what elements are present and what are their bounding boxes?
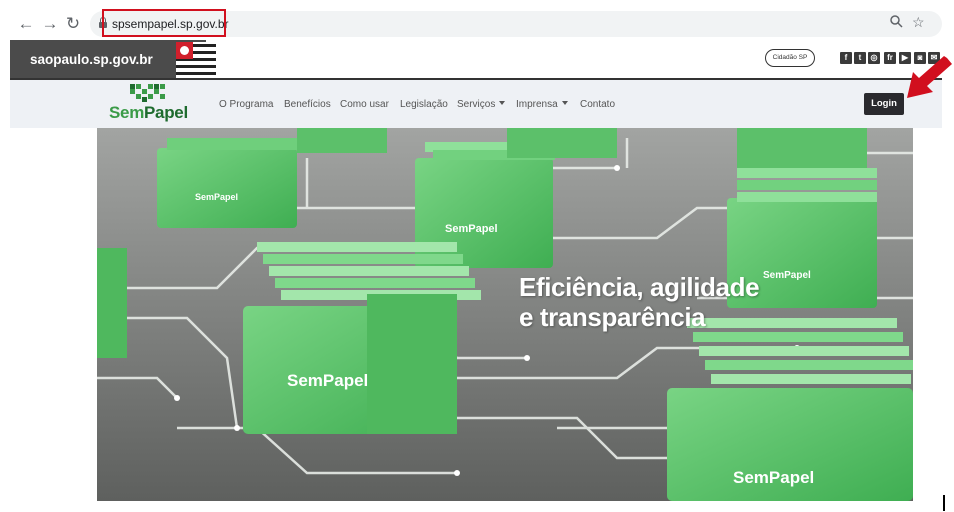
sempapel-logo-text[interactable]: SemPapel xyxy=(109,103,188,123)
instagram-icon[interactable]: ◎ xyxy=(868,52,880,64)
red-pointer-arrow-icon xyxy=(907,56,952,98)
forward-arrow-icon[interactable]: → xyxy=(39,13,61,35)
hero-image: SemPapel SemPapel SemPapel SemPapel SemP… xyxy=(97,128,913,501)
chevron-down-icon xyxy=(561,101,568,105)
folder-brand-label: SemPapel xyxy=(287,371,368,390)
folder-brand-label: SemPapel xyxy=(733,468,814,487)
nav-legislacao[interactable]: Legislação xyxy=(400,99,448,110)
folder-brand-label: SemPapel xyxy=(195,192,238,202)
sp-flag-icon xyxy=(176,42,216,78)
twitter-icon[interactable]: t xyxy=(854,52,866,64)
nav-como-usar[interactable]: Como usar xyxy=(340,99,389,110)
login-button[interactable]: Login xyxy=(864,93,904,115)
nav-o-programa[interactable]: O Programa xyxy=(219,99,273,110)
text-cursor xyxy=(943,495,945,511)
back-arrow-icon[interactable]: ← xyxy=(15,13,37,35)
nav-beneficios[interactable]: Benefícios xyxy=(284,99,331,110)
nav-imprensa-dropdown[interactable]: Imprensa xyxy=(516,99,568,110)
folder-brand-label: SemPapel xyxy=(763,270,811,281)
star-icon[interactable]: ☆ xyxy=(912,14,925,31)
cidadao-sp-link[interactable]: Cidadão SP xyxy=(765,49,815,67)
sempapel-logo-icon[interactable] xyxy=(130,84,168,102)
facebook-icon[interactable]: f xyxy=(840,52,852,64)
hero-headline-line1: Eficiência, agilidade xyxy=(519,272,760,302)
logo-part-sem: Sem xyxy=(109,103,145,122)
nav-contato[interactable]: Contato xyxy=(580,99,615,110)
logo-part-papel: Papel xyxy=(144,103,188,122)
url-highlight-box xyxy=(102,9,226,37)
hero-headline-line2: e transparência xyxy=(519,302,706,332)
hero-banner: SemPapel SemPapel SemPapel SemPapel SemP… xyxy=(97,128,913,501)
flickr-icon[interactable]: fr xyxy=(884,52,896,64)
nav-servicos-dropdown[interactable]: Serviços xyxy=(457,99,506,110)
gov-site-link[interactable]: saopaulo.sp.gov.br xyxy=(30,52,153,67)
folder-brand-label: SemPapel xyxy=(445,223,498,235)
nav-servicos-label: Serviços xyxy=(457,99,496,110)
chevron-down-icon xyxy=(499,101,506,105)
reload-icon[interactable]: ↻ xyxy=(62,13,84,35)
zoom-icon[interactable] xyxy=(890,15,903,31)
nav-imprensa-label: Imprensa xyxy=(516,99,558,110)
